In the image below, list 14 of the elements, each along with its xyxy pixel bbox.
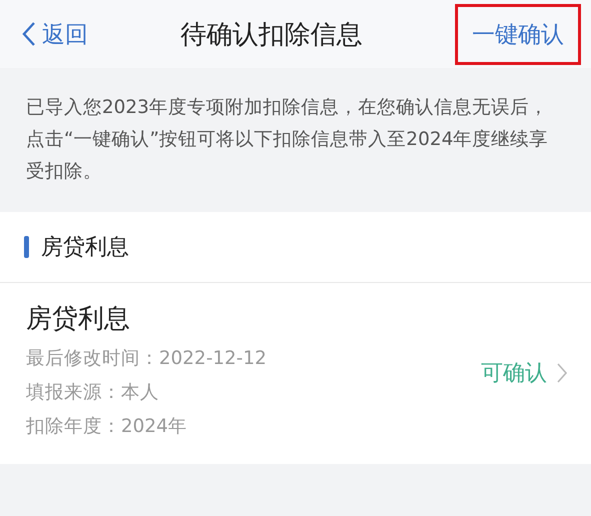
deduction-item[interactable]: 房贷利息 最后修改时间：2022-12-12 填报来源：本人 扣除年度：2024年 可确认	[0, 283, 591, 464]
back-button[interactable]: 返回	[22, 18, 88, 50]
page-title: 待确认扣除信息	[180, 18, 362, 52]
back-chevron-icon	[22, 21, 36, 47]
notice-text: 已导入您2023年度专项附加扣除信息，在您确认信息无误后，点击“一键确认”按钮可将以下扣除信息带入至2024年度继续享受扣除。	[25, 96, 550, 184]
item-detail: 扣除年度：2024年	[26, 415, 188, 439]
accent-bar	[24, 236, 29, 258]
item-detail: 填报来源：本人	[26, 381, 160, 405]
item-name: 房贷利息	[26, 303, 131, 336]
item-detail: 最后修改时间：2022-12-12	[26, 347, 267, 371]
status-label: 可确认	[481, 360, 547, 388]
confirm-all-button[interactable]: 一键确认	[455, 4, 581, 64]
section-title: 房贷利息	[41, 234, 129, 262]
chevron-right-icon	[557, 362, 567, 382]
